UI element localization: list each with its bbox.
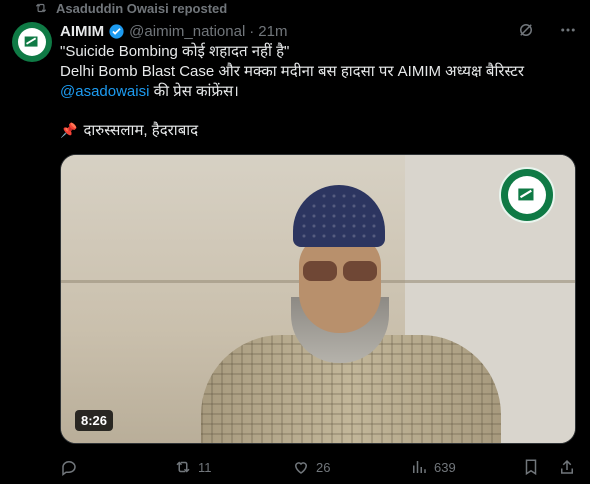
- tweet-line-3: @asadowaisi की प्रेस कांफ्रेंस।: [60, 82, 580, 102]
- repost-label: Asaduddin Owaisi reposted: [56, 0, 228, 16]
- separator-dot: ·: [249, 22, 255, 40]
- tweet-header: AIMIM @aimim_national · 21m: [60, 20, 287, 42]
- pushpin-icon: 📌: [60, 121, 78, 138]
- speaker-cap: [293, 185, 385, 247]
- views-chart-icon: [413, 461, 426, 473]
- repost-button[interactable]: 11: [174, 458, 212, 476]
- tweet-line-3-rest: की प्रेस कांफ्रेंस।: [149, 83, 239, 100]
- like-count: 26: [316, 459, 331, 475]
- repost-icon: [35, 3, 47, 13]
- avatar[interactable]: [12, 22, 52, 62]
- heart-icon: [294, 462, 308, 474]
- video-speaker: [201, 185, 501, 443]
- aimim-logo-icon: [18, 28, 46, 56]
- reply-button[interactable]: [60, 458, 84, 476]
- tweet-actions: 11 26 639: [60, 456, 580, 478]
- view-count: 639: [434, 459, 456, 475]
- more-options-icon[interactable]: [556, 18, 580, 42]
- verified-badge-icon: [109, 23, 124, 39]
- mention-link[interactable]: @asadowaisi: [60, 83, 149, 100]
- video-player[interactable]: 8:26: [60, 154, 576, 444]
- speaker-face: [299, 235, 381, 333]
- video-duration: 8:26: [75, 410, 114, 431]
- repost-icon: [176, 461, 190, 473]
- author-name[interactable]: AIMIM: [60, 23, 104, 40]
- tweet-line-1: "Suicide Bombing कोई शहादत नहीं है": [60, 43, 290, 60]
- views-button[interactable]: 639: [410, 458, 456, 476]
- share-icon: [561, 459, 573, 474]
- repost-indicator[interactable]: Asaduddin Owaisi reposted: [34, 0, 227, 16]
- tweet-text: "Suicide Bombing कोई शहादत नहीं है" Delh…: [60, 42, 580, 102]
- location-text: दारुस्सलाम, हैदराबाद: [83, 122, 199, 139]
- author-handle[interactable]: @aimim_national: [129, 23, 245, 40]
- aimim-watermark-icon: [499, 167, 555, 223]
- like-button[interactable]: 26: [292, 458, 330, 476]
- share-button[interactable]: [558, 458, 576, 476]
- bookmark-button[interactable]: [522, 458, 540, 476]
- tweet-line-2: Delhi Bomb Blast Case और मक्का मदीना बस …: [60, 63, 525, 80]
- bookmark-icon: [525, 459, 537, 476]
- repost-count: 11: [198, 459, 212, 475]
- tweet-top-actions: [514, 18, 580, 42]
- timestamp[interactable]: 21m: [258, 23, 287, 40]
- location-line: 📌 दारुस्सलाम, हैदराबाद: [60, 120, 198, 140]
- grok-icon[interactable]: [514, 18, 538, 42]
- reply-icon: [62, 461, 76, 476]
- speaker-glasses: [303, 261, 377, 281]
